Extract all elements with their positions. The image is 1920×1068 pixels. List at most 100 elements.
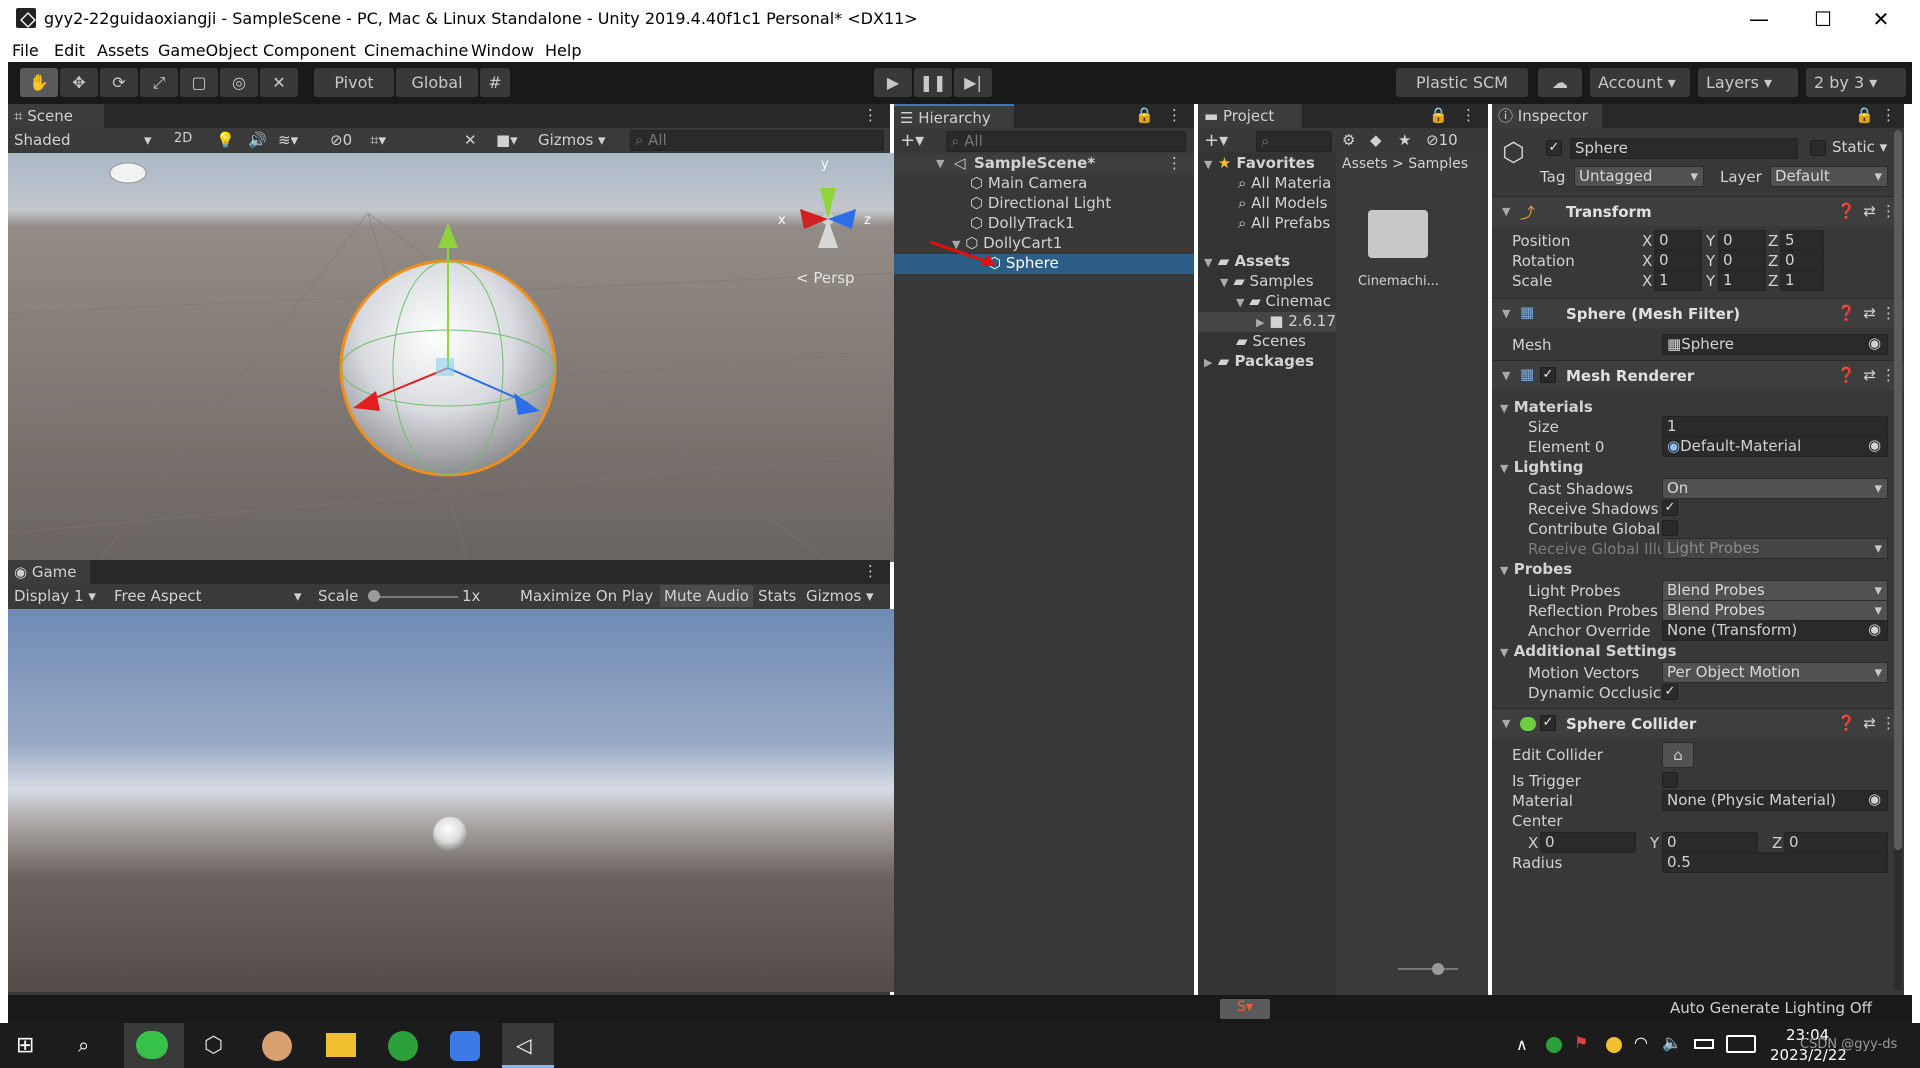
camera-icon[interactable]: ■▾ <box>496 131 518 149</box>
mesh-renderer-header[interactable]: ▼ ▦ ✓ Mesh Renderer ❓ ⇄ ⋮ <box>1492 360 1904 390</box>
scene-gizmos-dropdown[interactable]: Gizmos ▾ <box>538 131 606 149</box>
is-trigger-checkbox[interactable] <box>1662 772 1678 788</box>
radius-field[interactable]: 0.5 <box>1662 852 1888 873</box>
center-y-field[interactable]: 0 <box>1662 832 1758 853</box>
expand-triangle-icon[interactable]: ▼ <box>936 157 944 170</box>
tab-project[interactable]: ▬ Project <box>1198 104 1302 128</box>
scale-z-field[interactable]: 1 <box>1780 270 1824 291</box>
hierarchy-add-button[interactable]: +▾ <box>900 130 924 151</box>
mesh-field[interactable]: ▦Sphere <box>1662 334 1888 355</box>
center-z-field[interactable]: 0 <box>1784 832 1888 853</box>
maximize-button[interactable]: ☐ <box>1808 6 1838 32</box>
move-tool-icon[interactable]: ✥ <box>60 68 98 97</box>
probes-foldout[interactable]: ▼ Probes <box>1500 560 1572 578</box>
scale-y-field[interactable]: 1 <box>1718 270 1766 291</box>
unity-hub-icon[interactable]: ⬡ <box>204 1033 223 1058</box>
icon-size-slider[interactable] <box>1398 968 1458 970</box>
rotate-tool-icon[interactable]: ⟳ <box>100 68 138 97</box>
scene-viewport[interactable]: x z y < Persp <box>8 153 897 562</box>
hierarchy-item[interactable]: ⬡ Main Camera <box>970 174 1087 192</box>
menu-edit[interactable]: Edit <box>54 41 85 60</box>
collapse-triangle-icon[interactable]: ▼ <box>1502 307 1510 320</box>
rotation-z-field[interactable]: 0 <box>1780 250 1824 271</box>
scene-row[interactable]: ▼ ◁ SampleScene* ⋮ <box>894 154 1194 174</box>
help-icon[interactable]: ❓ <box>1837 714 1856 732</box>
rotation-y-field[interactable]: 0 <box>1718 250 1766 271</box>
rotation-x-field[interactable]: 0 <box>1654 250 1702 271</box>
layout-dropdown[interactable]: 2 by 3 ▾ <box>1806 68 1906 97</box>
scene-search-input[interactable]: ⌕ All <box>630 130 884 151</box>
assets-row[interactable]: ▼ ▰ Assets <box>1204 252 1290 270</box>
cloud-icon[interactable]: ☁ <box>1538 68 1582 97</box>
inspector-scrollbar-thumb[interactable] <box>1894 130 1902 850</box>
game-menu-icon[interactable]: ⋮ <box>863 562 878 580</box>
project-search-input[interactable]: ⌕ <box>1256 131 1332 152</box>
favorite-item[interactable]: ⌕ All Materia <box>1238 174 1331 192</box>
filter-type-icon[interactable]: ⚙ <box>1342 131 1355 149</box>
stats-toggle[interactable]: Stats <box>758 587 796 605</box>
scale-slider-handle[interactable] <box>368 590 380 602</box>
object-picker-icon[interactable]: ◉ <box>1868 436 1881 454</box>
custom-tool-icon[interactable]: ✕ <box>260 68 298 97</box>
object-name-field[interactable]: Sphere <box>1570 138 1798 159</box>
tools-icon[interactable]: ✕ <box>464 131 477 149</box>
object-picker-icon[interactable]: ◉ <box>1868 620 1881 638</box>
layer-dropdown[interactable]: Default <box>1770 166 1888 187</box>
sphere-collider-enabled-checkbox[interactable]: ✓ <box>1540 715 1556 731</box>
lock-icon[interactable]: 🔒 <box>1135 106 1154 124</box>
folder-cinemachine[interactable]: ▼ ▰ Cinemac <box>1236 292 1331 310</box>
mesh-filter-header[interactable]: ▼ ▦ Sphere (Mesh Filter) ❓ ⇄ ⋮ <box>1492 298 1904 328</box>
object-picker-icon[interactable]: ◉ <box>1868 334 1881 352</box>
layers-dropdown[interactable]: Layers ▾ <box>1698 68 1798 97</box>
game-gizmos-dropdown[interactable]: Gizmos ▾ <box>806 587 874 605</box>
lighting-foldout[interactable]: ▼ Lighting <box>1500 458 1584 476</box>
filter-label-icon[interactable]: ◆ <box>1370 131 1382 149</box>
motion-vectors-dropdown[interactable]: Per Object Motion <box>1662 662 1888 683</box>
pause-button[interactable]: ❚❚ <box>914 68 952 97</box>
battery-icon[interactable] <box>1694 1039 1714 1049</box>
mode-2d-toggle[interactable]: 2D <box>174 131 192 146</box>
mesh-renderer-enabled-checkbox[interactable]: ✓ <box>1540 367 1556 383</box>
display-dropdown[interactable]: Display 1 ▾ <box>14 587 96 605</box>
wifi-icon[interactable]: ◠ <box>1634 1033 1648 1052</box>
position-y-field[interactable]: 0 <box>1718 230 1766 251</box>
scale-tool-icon[interactable]: ⤢ <box>140 68 178 97</box>
step-button[interactable]: ▶| <box>954 68 992 97</box>
effects-toggle-icon[interactable]: ≋▾ <box>278 131 298 149</box>
breadcrumb-assets[interactable]: Assets <box>1342 156 1388 172</box>
minimize-button[interactable]: — <box>1744 6 1774 32</box>
lighting-toggle-icon[interactable]: 💡 <box>216 131 235 149</box>
collapse-triangle-icon[interactable]: ▼ <box>1502 205 1510 218</box>
play-button[interactable]: ▶ <box>874 68 912 97</box>
favorite-star-icon[interactable]: ★ <box>1398 131 1411 149</box>
menu-gameobject[interactable]: GameObject <box>158 41 258 60</box>
scene-menu-icon[interactable]: ⋮ <box>863 106 878 124</box>
account-dropdown[interactable]: Account ▾ <box>1590 68 1690 97</box>
windows-start-icon[interactable]: ⊞ <box>16 1033 34 1058</box>
preset-icon[interactable]: ⇄ <box>1863 202 1876 220</box>
tray-notify-icon[interactable]: ⚑ <box>1574 1033 1588 1052</box>
project-menu-icon[interactable]: ⋮ <box>1461 106 1476 124</box>
breadcrumb-samples[interactable]: Samples <box>1408 156 1468 172</box>
icon-size-slider-handle[interactable] <box>1432 963 1444 975</box>
element0-field[interactable]: ◉ Default-Material <box>1662 436 1888 457</box>
help-icon[interactable]: ❓ <box>1837 304 1856 322</box>
volume-icon[interactable]: 🔈 <box>1662 1033 1682 1052</box>
browser-icon[interactable] <box>388 1031 418 1061</box>
lock-icon[interactable]: 🔒 <box>1855 106 1874 124</box>
dynamic-occlusion-checkbox[interactable]: ✓ <box>1662 684 1678 700</box>
grid-snap-icon[interactable]: # <box>480 68 510 97</box>
lock-icon[interactable]: 🔒 <box>1429 106 1448 124</box>
hidden-packages-icon[interactable]: ⊘10 <box>1426 131 1458 149</box>
additional-settings-foldout[interactable]: ▼ Additional Settings <box>1500 642 1677 660</box>
folder-icon[interactable] <box>1368 210 1428 258</box>
tab-hierarchy[interactable]: ☰ Hierarchy <box>894 104 1014 128</box>
mute-audio-toggle[interactable]: Mute Audio <box>660 585 753 607</box>
favorite-item[interactable]: ⌕ All Prefabs <box>1238 214 1330 232</box>
folder-samples[interactable]: ▼ ▰ Samples <box>1220 272 1314 290</box>
cast-shadows-dropdown[interactable]: On <box>1662 478 1888 499</box>
collapse-triangle-icon[interactable]: ▼ <box>1502 369 1510 382</box>
static-checkbox[interactable] <box>1810 140 1826 156</box>
position-z-field[interactable]: 5 <box>1780 230 1824 251</box>
audio-toggle-icon[interactable]: 🔊 <box>248 131 267 149</box>
